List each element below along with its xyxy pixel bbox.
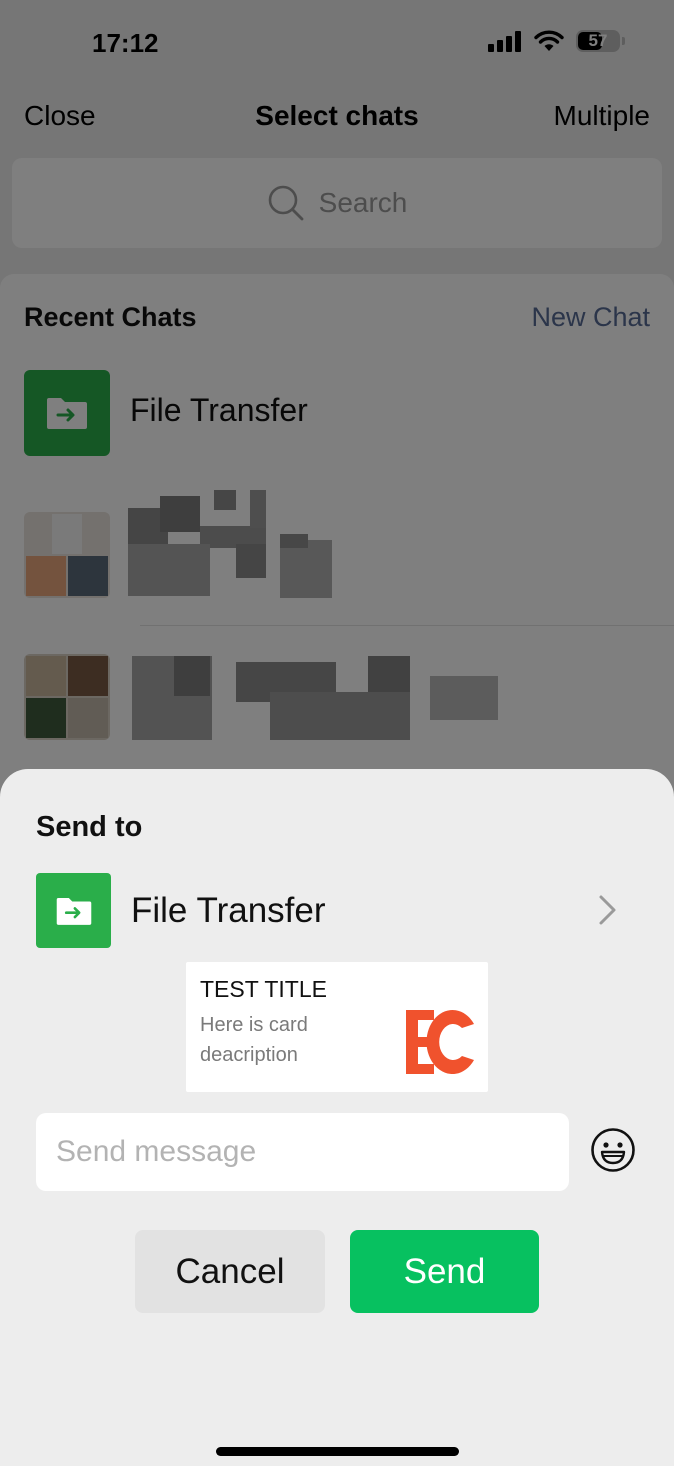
cancel-button[interactable]: Cancel: [135, 1230, 325, 1313]
send-button[interactable]: Send: [350, 1230, 539, 1313]
send-to-title: Send to: [36, 811, 143, 843]
folder-arrow-icon: [56, 897, 91, 925]
send-to-sheet: Send to File Transfer TEST TITLE Here is…: [0, 769, 674, 1466]
home-indicator: [216, 1447, 459, 1456]
share-card-preview: TEST TITLE Here is card deacription: [186, 962, 488, 1092]
card-description: Here is card deacription: [200, 1014, 308, 1066]
ec-logo: [406, 1010, 474, 1074]
select-chats-screen: 17:12 57 Close Select chats Multiple: [0, 0, 674, 1474]
send-message-input[interactable]: [36, 1113, 569, 1191]
target-name[interactable]: File Transfer: [131, 891, 326, 931]
card-title: TEST TITLE: [200, 976, 327, 1002]
emoji-icon[interactable]: [590, 1127, 636, 1173]
chevron-right-icon[interactable]: [596, 893, 620, 927]
target-avatar[interactable]: [36, 873, 111, 948]
